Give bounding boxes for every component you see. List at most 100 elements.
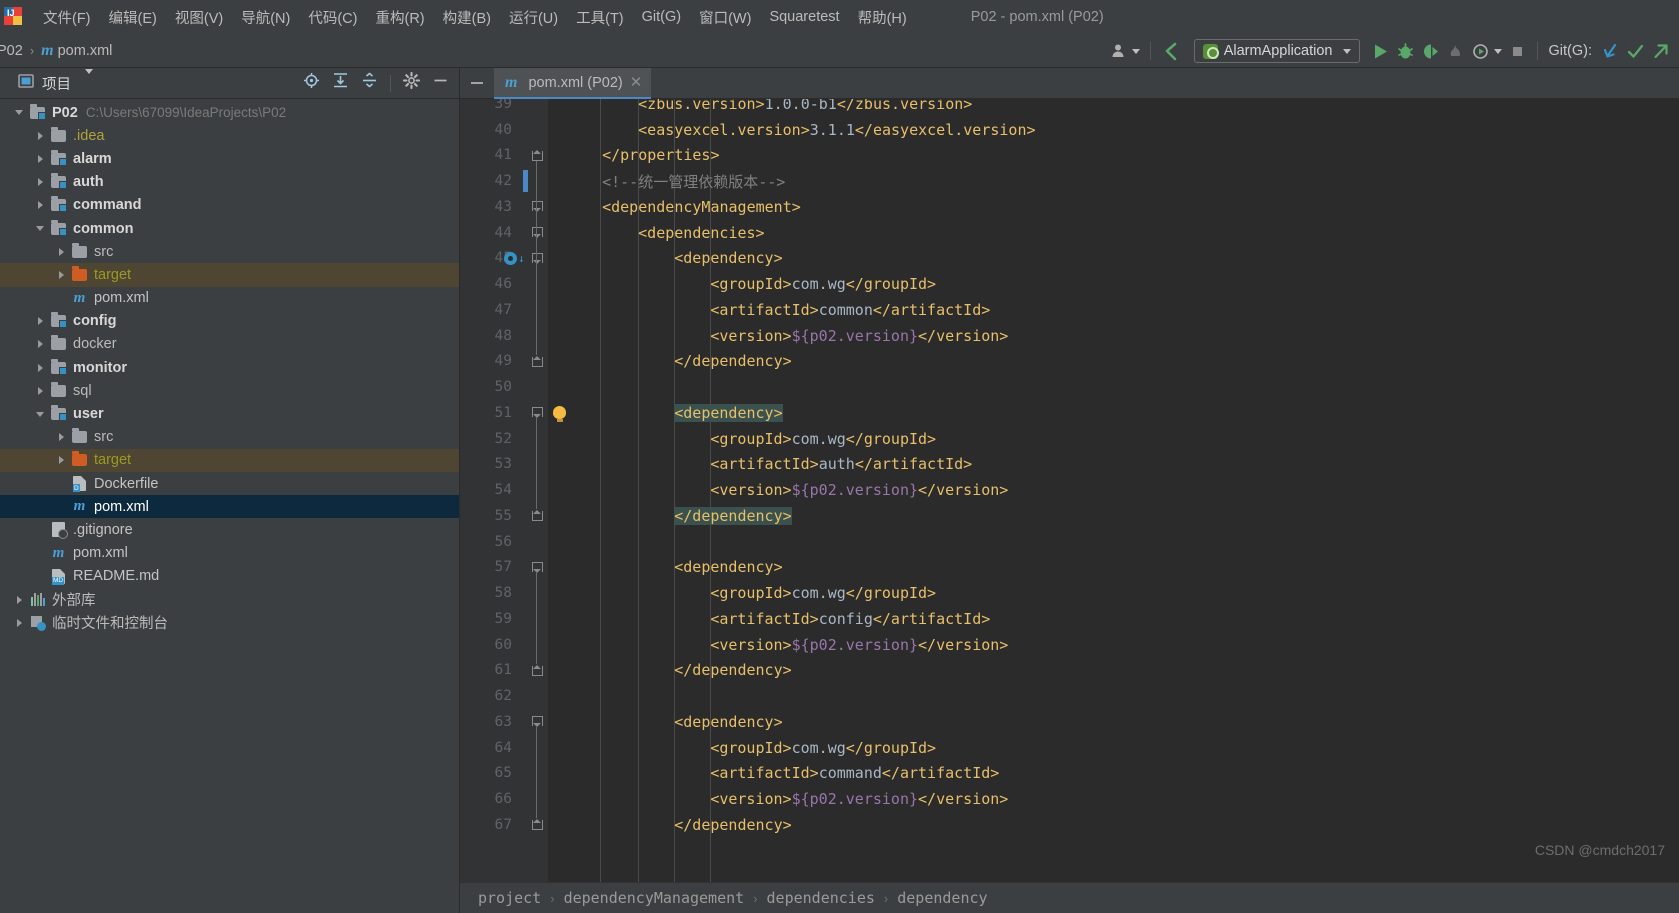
menu-item-10[interactable]: 窗口(W) <box>690 3 760 32</box>
chevron-right-icon[interactable] <box>31 154 49 163</box>
code-editor[interactable]: 39 <zbus.version>1.0.0-b1</zbus.version> 4… <box>460 99 1679 882</box>
chevron-right-icon[interactable] <box>10 595 28 604</box>
tree-node-pom-xml[interactable]: m pom.xml <box>0 287 459 310</box>
menu-item-4[interactable]: 代码(C) <box>299 3 366 32</box>
chevron-right-icon[interactable] <box>52 270 70 279</box>
tree-node-common[interactable]: common <box>0 217 459 240</box>
menu-item-11[interactable]: Squaretest <box>760 5 848 29</box>
code-line[interactable]: 66 <version>${p02.version}</version> <box>460 786 1679 812</box>
code-line[interactable]: 63 <dependency> <box>460 709 1679 735</box>
code-line[interactable]: 59 <artifactId>config</artifactId> <box>460 606 1679 632</box>
chevron-down-icon[interactable] <box>31 226 49 232</box>
tree-node-sql[interactable]: sql <box>0 379 459 402</box>
tree-node-alarm[interactable]: alarm <box>0 147 459 170</box>
chevron-right-icon[interactable] <box>31 386 49 395</box>
settings-gear-icon[interactable] <box>402 71 421 94</box>
tree-node-auth[interactable]: auth <box>0 171 459 194</box>
chevron-right-icon[interactable] <box>31 178 49 187</box>
tree-node-dockerfile[interactable]: D Dockerfile <box>0 472 459 495</box>
code-line[interactable]: 51 <dependency> <box>460 400 1679 426</box>
tree-node-target[interactable]: target <box>0 448 459 472</box>
menu-item-0[interactable]: 文件(F) <box>34 3 100 32</box>
code-line[interactable]: 64 <groupId>com.wg</groupId> <box>460 735 1679 761</box>
git-commit-icon[interactable] <box>1623 38 1648 64</box>
intention-bulb-icon[interactable] <box>553 406 566 423</box>
tree-node----[interactable]: 外部库 <box>0 588 459 611</box>
breadcrumb-item-project[interactable]: P02 <box>0 41 28 61</box>
profiler-icon[interactable] <box>1443 38 1468 64</box>
code-line[interactable]: 53 <artifactId>auth</artifactId> <box>460 452 1679 478</box>
code-line[interactable]: 58 <groupId>com.wg</groupId> <box>460 580 1679 606</box>
tree-node--idea[interactable]: .idea <box>0 124 459 147</box>
close-icon[interactable]: ✕ <box>630 75 643 90</box>
tree-node-target[interactable]: target <box>0 263 459 287</box>
menu-item-8[interactable]: 工具(T) <box>567 3 633 32</box>
code-line[interactable]: 60 <version>${p02.version}</version> <box>460 632 1679 658</box>
tree-node-docker[interactable]: docker <box>0 333 459 356</box>
code-line[interactable]: 55 </dependency> <box>460 503 1679 529</box>
menu-item-7[interactable]: 运行(U) <box>500 3 567 32</box>
breadcrumb-item-file[interactable]: m pom.xml <box>36 40 117 62</box>
debug-icon[interactable] <box>1393 38 1418 64</box>
minimize-icon[interactable] <box>460 75 494 91</box>
project-tree[interactable]: P02 C:\Users\67099\IdeaProjects\P02 .idea a… <box>0 99 459 913</box>
tree-node-pom-xml[interactable]: m pom.xml <box>0 542 459 565</box>
chevron-right-icon[interactable] <box>31 201 49 210</box>
expand-all-icon[interactable] <box>332 72 349 94</box>
code-line[interactable]: 56 <box>460 529 1679 555</box>
tree-node-readme-md[interactable]: MD README.md <box>0 565 459 588</box>
code-line[interactable]: 47 <artifactId>common</artifactId> <box>460 297 1679 323</box>
code-line[interactable]: 57 <dependency> <box>460 555 1679 581</box>
run-icon[interactable] <box>1368 38 1393 64</box>
code-line[interactable]: 44 <dependencies> <box>460 220 1679 246</box>
code-line[interactable]: 39 <zbus.version>1.0.0-b1</zbus.version> <box>460 99 1679 117</box>
code-line[interactable]: 40 <easyexcel.version>3.1.1</easyexcel.ve… <box>460 117 1679 143</box>
back-arrow-icon[interactable] <box>1158 38 1184 64</box>
code-line[interactable]: 62 <box>460 683 1679 709</box>
chevron-right-icon[interactable] <box>52 433 70 442</box>
tree-node--gitignore[interactable]: .gitignore <box>0 518 459 541</box>
tree-node-p02[interactable]: P02 C:\Users\67099\IdeaProjects\P02 <box>0 101 459 124</box>
editor-breadcrumb-project[interactable]: project <box>478 889 541 907</box>
tree-node-src[interactable]: src <box>0 240 459 263</box>
collapse-all-icon[interactable] <box>361 72 378 94</box>
code-line[interactable]: 61 </dependency> <box>460 658 1679 684</box>
run-more-icon[interactable] <box>1468 38 1505 64</box>
chevron-right-icon[interactable] <box>31 340 49 349</box>
editor-breadcrumb-dependencyManagement[interactable]: dependencyManagement <box>564 889 745 907</box>
code-line[interactable]: 41 </properties> <box>460 143 1679 169</box>
hide-panel-icon[interactable] <box>432 72 449 94</box>
editor-scrollbar[interactable] <box>1666 130 1679 851</box>
chevron-right-icon[interactable] <box>52 247 70 256</box>
chevron-right-icon[interactable] <box>52 456 70 465</box>
tree-node-pom-xml[interactable]: m pom.xml <box>0 495 459 519</box>
tree-node-user[interactable]: user <box>0 402 459 425</box>
chevron-right-icon[interactable] <box>31 317 49 326</box>
menu-item-2[interactable]: 视图(V) <box>166 3 232 32</box>
code-line[interactable]: 46 <groupId>com.wg</groupId> <box>460 271 1679 297</box>
code-line[interactable]: 49 </dependency> <box>460 349 1679 375</box>
code-line[interactable]: 54 <version>${p02.version}</version> <box>460 477 1679 503</box>
tree-node---------[interactable]: 临时文件和控制台 <box>0 611 459 634</box>
menu-item-12[interactable]: 帮助(H) <box>849 3 916 32</box>
menu-item-3[interactable]: 导航(N) <box>232 3 299 32</box>
editor-breadcrumb-dependency[interactable]: dependency <box>897 889 987 907</box>
vcs-change-marker[interactable] <box>523 170 528 193</box>
code-line[interactable]: 50 <box>460 374 1679 400</box>
user-avatar-icon[interactable] <box>1108 38 1143 64</box>
menu-item-6[interactable]: 构建(B) <box>434 3 500 32</box>
code-line[interactable]: 65 <artifactId>command</artifactId> <box>460 761 1679 787</box>
run-with-coverage-icon[interactable] <box>1418 38 1443 64</box>
menu-item-1[interactable]: 编辑(E) <box>100 3 166 32</box>
run-configuration-selector[interactable]: AlarmApplication <box>1193 39 1360 63</box>
tree-node-monitor[interactable]: monitor <box>0 356 459 379</box>
menu-item-5[interactable]: 重构(R) <box>366 3 433 32</box>
chevron-down-icon[interactable] <box>31 411 49 417</box>
tab-pom-xml[interactable]: m pom.xml (P02) ✕ <box>494 67 652 99</box>
tree-node-src[interactable]: src <box>0 426 459 449</box>
maven-dependency-nav-icon[interactable]: ↓ <box>504 251 525 265</box>
chevron-right-icon[interactable] <box>10 618 28 627</box>
chevron-down-icon[interactable] <box>10 110 28 116</box>
git-push-icon[interactable] <box>1648 38 1673 64</box>
tree-node-command[interactable]: command <box>0 194 459 217</box>
